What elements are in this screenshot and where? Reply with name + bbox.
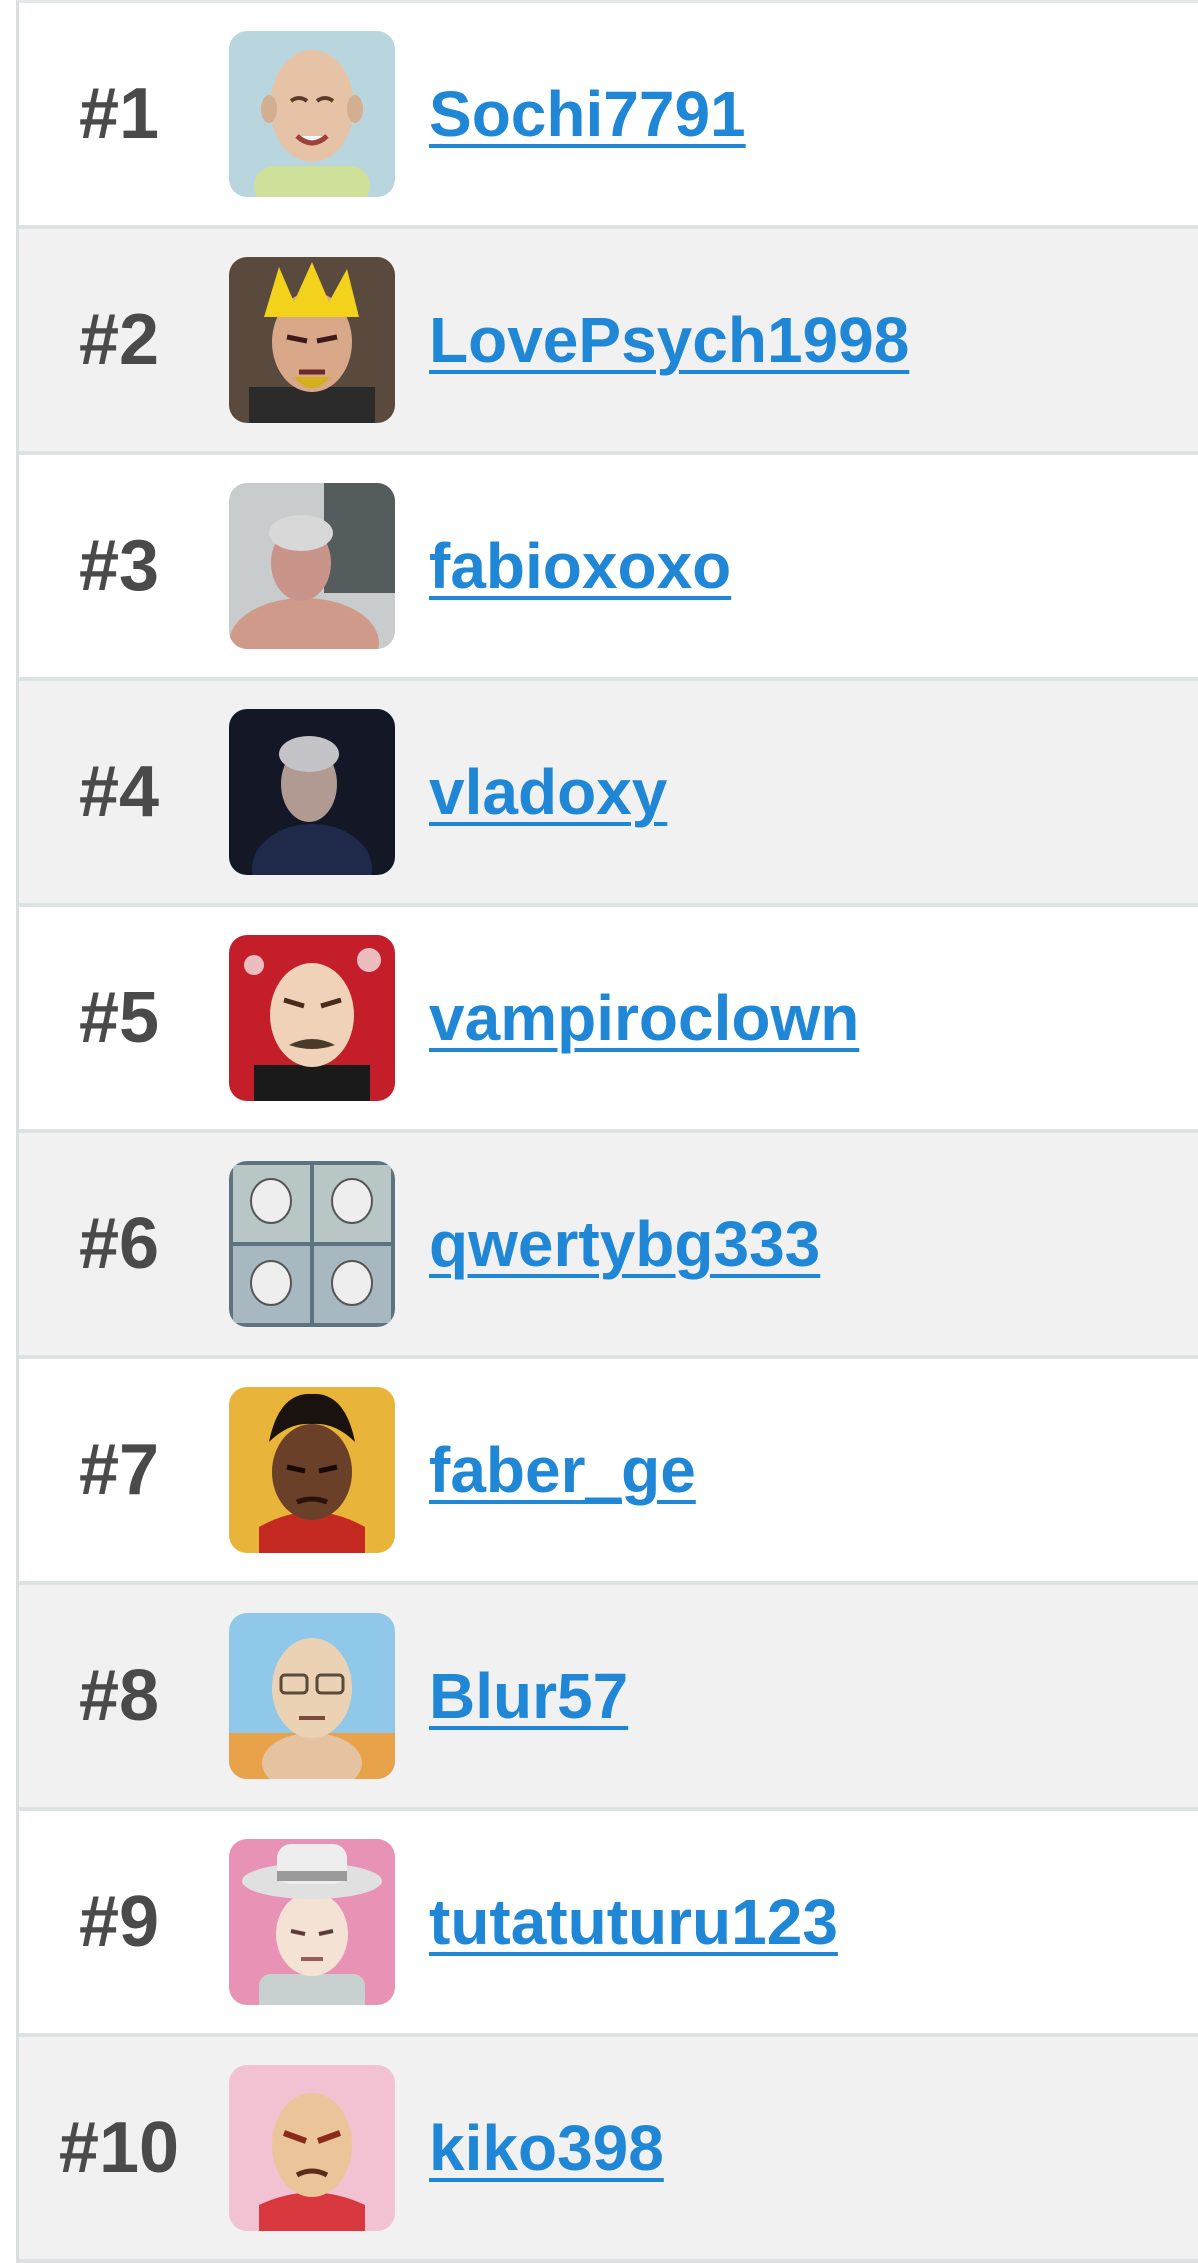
photo-grey-haired-man-avatar-icon[interactable]	[229, 483, 395, 649]
rank-label: #3	[78, 526, 160, 606]
leaderboard-row: #1 Sochi7791	[19, 3, 1198, 229]
rank-label: #8	[78, 1656, 160, 1736]
cartoon-bald-glasses-beach-avatar-icon[interactable]	[229, 1613, 395, 1779]
username-link[interactable]: Blur57	[429, 1585, 628, 1807]
username-link[interactable]: vampiroclown	[429, 907, 859, 1129]
rank-label: #1	[78, 74, 160, 154]
cartoon-mustache-man-red-bg-avatar-icon[interactable]	[229, 935, 395, 1101]
meme-faces-grid-avatar-icon[interactable]	[229, 1161, 395, 1327]
leaderboard-row: #10 kiko398	[19, 2037, 1198, 2263]
rank-label: #4	[78, 752, 160, 832]
cartoon-dark-skin-yellow-bg-avatar-icon[interactable]	[229, 1387, 395, 1553]
rank-label: #6	[78, 1204, 160, 1284]
cartoon-blond-spiky-hair-avatar-icon[interactable]	[229, 257, 395, 423]
cartoon-bald-angry-pink-bg-avatar-icon[interactable]	[229, 2065, 395, 2231]
username-link[interactable]: tutatuturu123	[429, 1811, 838, 2033]
username-link[interactable]: qwertybg333	[429, 1133, 820, 1355]
leaderboard-row: #5 vampiroclown	[19, 907, 1198, 1133]
leaderboard-row: #4 vladoxy	[19, 681, 1198, 907]
leaderboard-row: #3 fabioxoxo	[19, 455, 1198, 681]
cartoon-bald-smiling-avatar-icon[interactable]	[229, 31, 395, 197]
leaderboard-row: #6 qwertybg333	[19, 1133, 1198, 1359]
leaderboard-row: #8 Blur57	[19, 1585, 1198, 1811]
username-link[interactable]: Sochi7791	[429, 3, 746, 225]
rank-label: #9	[78, 1882, 160, 1962]
rank-label: #10	[58, 2108, 180, 2188]
rank-label: #7	[78, 1430, 160, 1510]
username-link[interactable]: LovePsych1998	[429, 229, 909, 451]
leaderboard-row: #2 LovePsych1998	[19, 229, 1198, 455]
cartoon-white-hat-pink-bg-avatar-icon[interactable]	[229, 1839, 395, 2005]
leaderboard: #1 Sochi7791 #2 LovePsych1998 #3 fabioxo…	[16, 0, 1198, 2263]
username-link[interactable]: vladoxy	[429, 681, 667, 903]
username-link[interactable]: faber_ge	[429, 1359, 696, 1581]
leaderboard-row: #9 tutatuturu123	[19, 1811, 1198, 2037]
leaderboard-row: #7 faber_ge	[19, 1359, 1198, 1585]
username-link[interactable]: kiko398	[429, 2037, 664, 2259]
photo-dark-portrait-avatar-icon[interactable]	[229, 709, 395, 875]
rank-label: #5	[78, 978, 160, 1058]
username-link[interactable]: fabioxoxo	[429, 455, 731, 677]
rank-label: #2	[78, 300, 160, 380]
